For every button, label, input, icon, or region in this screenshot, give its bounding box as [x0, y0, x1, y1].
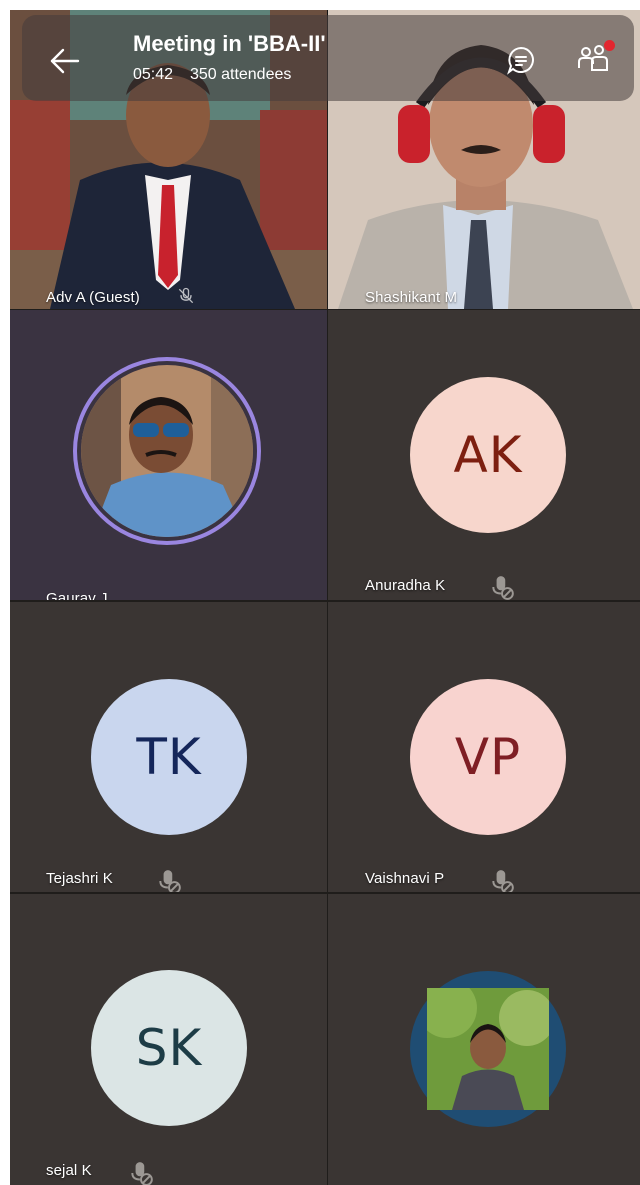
chat-icon[interactable] [505, 44, 537, 76]
participant-name: Tejashri K [46, 870, 113, 887]
participant-tile-tejashri[interactable]: TK Tejashri K [10, 602, 327, 892]
notification-dot [604, 40, 615, 51]
participant-tile-photo[interactable] [328, 894, 640, 1185]
participant-tile-vaishnavi[interactable]: VP Vaishnavi P [328, 602, 640, 892]
avatar-photo [410, 971, 566, 1127]
participant-tile-gaurav[interactable]: Gaurav J [10, 310, 327, 600]
participant-name: Vaishnavi P [365, 870, 445, 887]
meeting-title: Meeting in 'BBA-II' [133, 31, 326, 56]
active-speaker-ring [73, 357, 261, 545]
participant-name: Adv A (Guest) [46, 289, 140, 306]
participant-name: Gaurav J [46, 590, 108, 600]
avatar-photo-image [427, 988, 549, 1110]
meeting-header [22, 15, 634, 101]
mic-off-icon [131, 1162, 153, 1185]
mic-off-icon [178, 287, 194, 304]
avatar-photo [81, 365, 253, 537]
participant-name: Shashikant M [365, 289, 458, 306]
avatar-initials: VP [410, 679, 566, 835]
participant-name: sejal K [46, 1162, 92, 1179]
mic-off-icon [492, 576, 514, 600]
avatar-initials: TK [91, 679, 247, 835]
avatar-initials: SK [91, 970, 247, 1126]
participant-name: Anuradha K [365, 577, 446, 594]
participant-tile-sejal[interactable]: SK sejal K [10, 894, 327, 1185]
participant-tile-anuradha[interactable]: AK Anuradha K [328, 310, 640, 600]
back-arrow-icon[interactable] [48, 44, 82, 78]
mic-off-icon [159, 870, 181, 892]
attendee-count: 350 attendees [189, 66, 292, 83]
meeting-subtitle: 05:42 350 attendees [133, 66, 291, 84]
mic-off-icon [492, 870, 514, 892]
avatar-initials: AK [410, 377, 566, 533]
meeting-duration: 05:42 [133, 66, 174, 83]
meeting-stage: Adv A (Guest) Shashikant M Gaurav J AK A… [10, 10, 640, 1185]
